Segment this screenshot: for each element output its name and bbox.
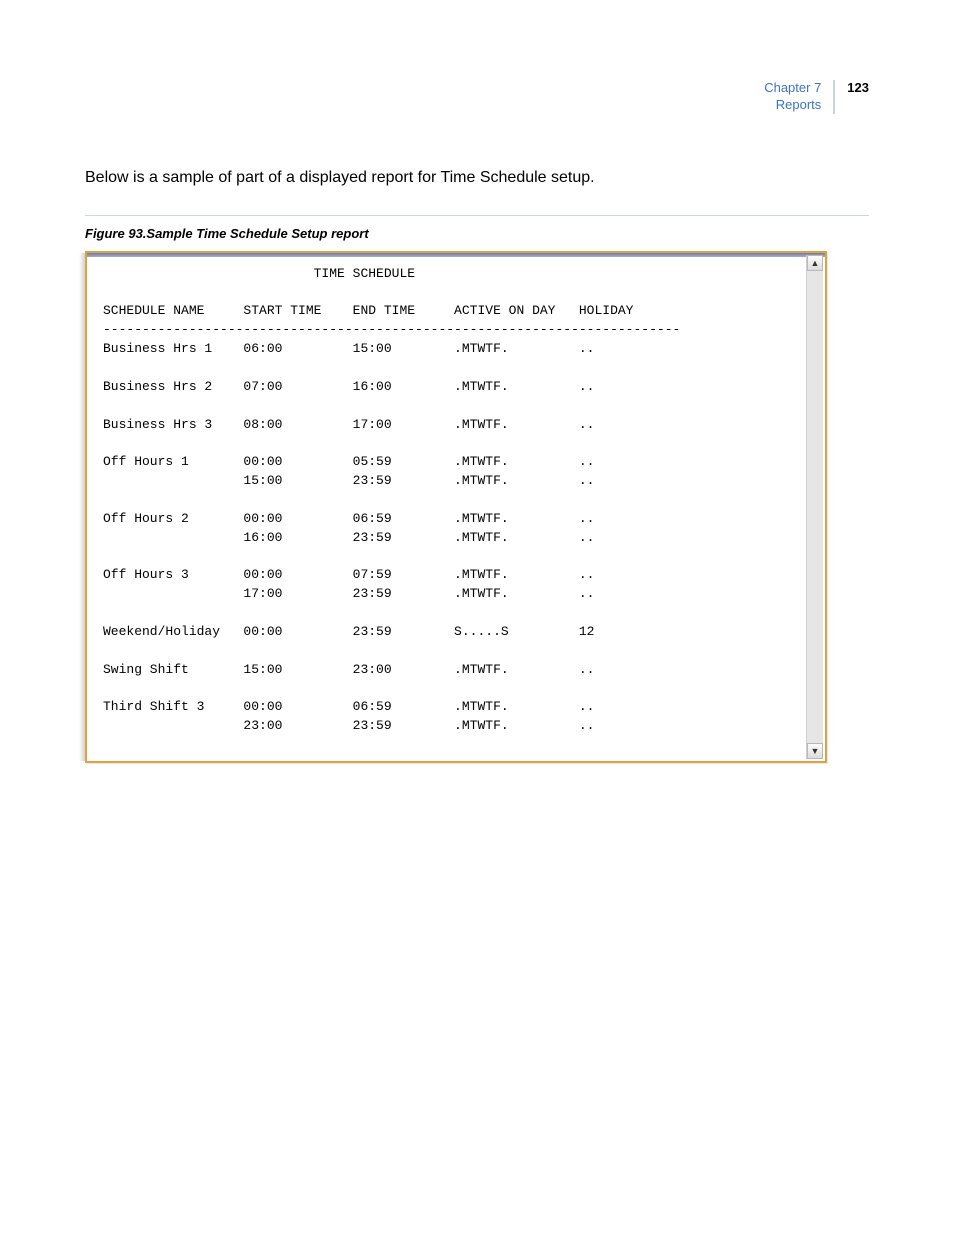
chevron-down-icon: ▼ [811,746,820,756]
vertical-scrollbar[interactable]: ▲ ▼ [806,255,823,759]
header-chapter: Chapter 7 [764,80,821,97]
report-body: TIME SCHEDULE SCHEDULE NAME START TIME E… [93,259,805,755]
page-header: Chapter 7 Reports 123 [85,80,869,114]
header-chapter-block: Chapter 7 Reports [764,80,835,114]
report-screenshot: TIME SCHEDULE SCHEDULE NAME START TIME E… [85,251,827,763]
figure-caption: Figure 93.Sample Time Schedule Setup rep… [85,226,869,241]
scroll-down-button[interactable]: ▼ [807,743,823,759]
scroll-up-button[interactable]: ▲ [807,255,823,271]
document-page: Chapter 7 Reports 123 Below is a sample … [0,0,954,1235]
header-page-number: 123 [835,80,869,95]
screenshot-top-accent [87,253,825,257]
intro-paragraph: Below is a sample of part of a displayed… [85,169,869,187]
chevron-up-icon: ▲ [811,258,820,268]
section-divider [85,215,869,216]
screenshot-left-shadow [79,253,85,761]
header-section: Reports [764,97,821,114]
